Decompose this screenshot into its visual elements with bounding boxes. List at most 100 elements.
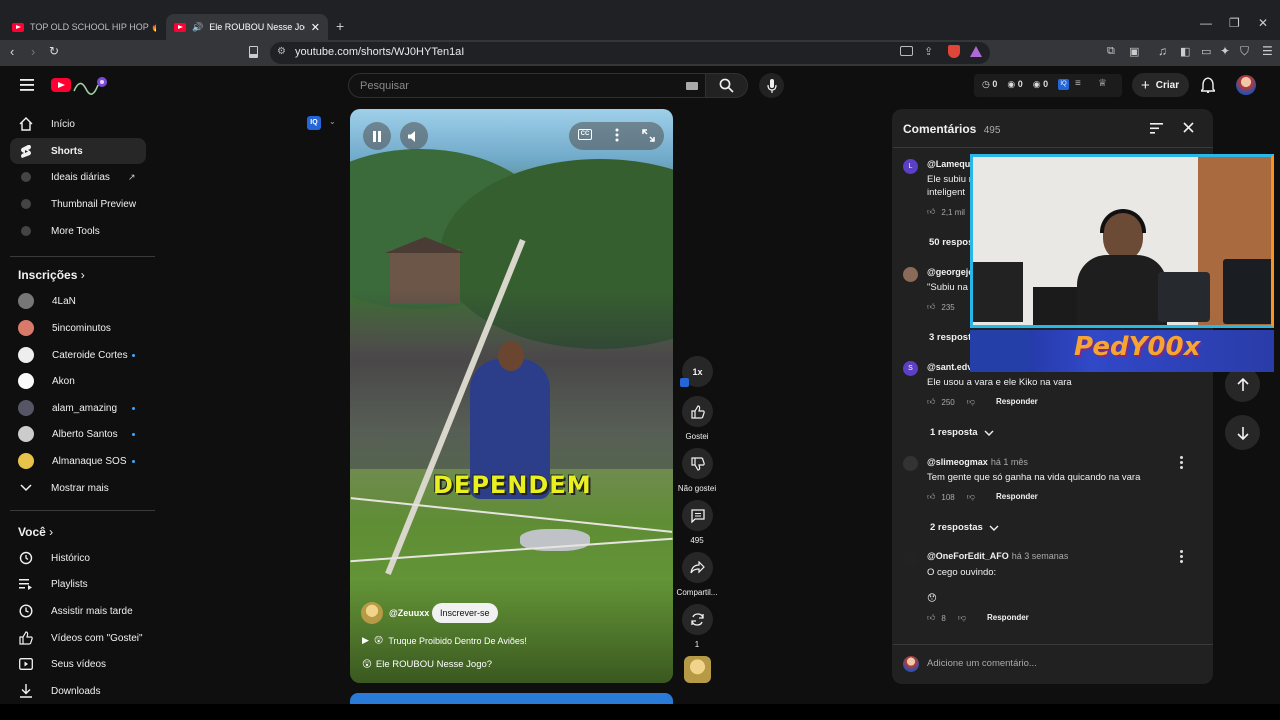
sidebar-sub-akon[interactable]: Akon (10, 368, 146, 394)
account-avatar[interactable] (1236, 75, 1256, 95)
vpn-icon[interactable]: ⛉ (1240, 44, 1249, 59)
thumbs-up-icon[interactable]: 👍︎ (927, 302, 935, 312)
comment-menu-icon[interactable] (1180, 456, 1183, 471)
thumbs-down-icon[interactable]: 👎︎ (958, 613, 966, 623)
bookmark-icon[interactable] (249, 46, 258, 58)
you-heading[interactable]: Você › (18, 525, 53, 539)
brave-shield-icon[interactable] (948, 45, 960, 58)
reply-button[interactable]: Responder (996, 397, 1038, 406)
close-comments-icon[interactable] (1183, 122, 1194, 133)
new-tab-icon[interactable]: + (336, 18, 344, 34)
related-video-link[interactable]: ▶ 😲 Truque Proibido Dentro De Aviões! (362, 635, 527, 646)
comment-avatar[interactable]: L (903, 159, 918, 174)
sidebar-show-more[interactable]: Mostrar mais (10, 475, 146, 501)
search-input[interactable]: Pesquisar (360, 80, 409, 92)
sidebar-item-watch-later[interactable]: Assistir mais tarde (10, 598, 146, 624)
thumbs-up-icon[interactable]: 👍︎ (927, 613, 935, 623)
chevron-down-icon[interactable]: ⌄ (329, 117, 336, 126)
sidebar-sub-alberto-santos[interactable]: Alberto Santos (10, 421, 146, 447)
search-button[interactable] (706, 73, 748, 98)
fullscreen-icon[interactable] (642, 129, 655, 142)
sidebar-item-more-tools[interactable]: More Tools (10, 218, 146, 244)
subscribe-button[interactable]: Inscrever-se (432, 603, 498, 623)
comment-avatar[interactable] (903, 456, 918, 471)
cast-icon[interactable] (900, 46, 913, 56)
sidebar-item-your-videos[interactable]: Seus vídeos (10, 651, 146, 677)
comment-avatar[interactable] (903, 267, 918, 282)
vidiq-badge-icon[interactable]: IQ (307, 116, 321, 130)
back-icon[interactable]: ‹ (10, 44, 14, 59)
sort-icon[interactable] (1150, 123, 1163, 134)
dislike-button[interactable] (682, 448, 713, 479)
sidebar-item-thumbnail-preview[interactable]: Thumbnail Preview (10, 191, 146, 217)
comments-button[interactable] (682, 500, 713, 531)
thumbs-down-icon[interactable]: 👎︎ (967, 492, 975, 502)
list-icon[interactable]: ≡ (1075, 78, 1081, 89)
reply-button[interactable]: Responder (996, 492, 1038, 501)
sidebar-sub-cateroide-cortes[interactable]: Cateroide Cortes (10, 342, 146, 368)
forward-icon[interactable]: › (31, 44, 35, 59)
site-info-icon[interactable]: ⚙ (277, 46, 286, 57)
comment-author[interactable]: @georgejo (927, 267, 974, 277)
minimize-icon[interactable]: — (1200, 16, 1212, 30)
reload-icon[interactable]: ↻ (49, 44, 59, 58)
sidebar-item-shorts[interactable]: Shorts (10, 138, 146, 164)
remix-button[interactable] (682, 604, 713, 635)
comment-author[interactable]: @slimeogmax há 1 mês (927, 457, 1028, 467)
thumbs-up-icon[interactable]: 👍︎ (927, 397, 935, 407)
next-short-button[interactable] (1225, 415, 1260, 450)
sidebar-sub-4lan[interactable]: 4LaN (10, 288, 146, 314)
media-icon[interactable]: ♫ (1158, 44, 1167, 58)
sidebar-item-liked-videos[interactable]: Vídeos com "Gostei" (10, 625, 146, 651)
add-comment-input[interactable]: Adicione um comentário... (927, 658, 1037, 669)
rewards-icon[interactable] (970, 46, 982, 57)
sidebar-sub-5incominutos[interactable]: 5incominutos (10, 315, 146, 341)
thumbs-up-icon[interactable]: 👍︎ (927, 207, 935, 217)
comment-author[interactable]: @OneForEdit_AFO há 3 semanas (927, 551, 1068, 561)
browser-tab-music[interactable]: TOP OLD SCHOOL HIP HOP 🔥 50 Ce (4, 14, 164, 40)
panel-icon[interactable]: ◧ (1180, 45, 1190, 58)
vidiq-icon[interactable]: IQ (1058, 79, 1069, 90)
replies-toggle[interactable]: 3 respost (929, 332, 971, 343)
comment-avatar[interactable] (903, 551, 918, 566)
comment-author[interactable]: @Lameque (927, 159, 975, 169)
sidebar-item-playlists[interactable]: Playlists (10, 571, 146, 597)
subscriptions-heading[interactable]: Inscrições › (18, 268, 85, 282)
sidebar-item-ideais-diarias[interactable]: Ideais diárias ↗ (10, 164, 146, 190)
trophy-icon[interactable]: ♕ (1098, 78, 1107, 89)
notifications-bell-icon[interactable] (1201, 77, 1215, 93)
sidebar-item-historico[interactable]: Histórico (10, 545, 146, 571)
restore-icon[interactable]: ❐ (1229, 16, 1240, 30)
close-tab-icon[interactable]: ✕ (311, 21, 320, 34)
like-button[interactable] (682, 396, 713, 427)
doodle-logo-icon[interactable] (72, 75, 110, 95)
leo-ai-icon[interactable]: ✦ (1220, 44, 1230, 58)
comment-menu-icon[interactable] (1180, 550, 1183, 565)
shorts-video-player[interactable] (350, 109, 673, 683)
replies-toggle[interactable]: 2 respostas (930, 522, 999, 533)
share-button[interactable] (682, 552, 713, 583)
url-text[interactable]: youtube.com/shorts/WJ0HYTen1aI (295, 46, 464, 58)
close-window-icon[interactable]: ✕ (1258, 16, 1268, 30)
search-box[interactable]: Pesquisar (348, 73, 706, 98)
comment-avatar[interactable]: S (903, 361, 918, 376)
channel-avatar[interactable] (361, 602, 383, 624)
wallet-icon[interactable]: ▭ (1201, 45, 1211, 58)
thumbs-up-icon[interactable]: 👍︎ (927, 492, 935, 502)
sidebar-sub-almanaque-sos[interactable]: Almanaque SOS (10, 448, 146, 474)
menu-icon[interactable]: ☰ (1262, 44, 1273, 58)
captions-icon[interactable]: CC (578, 129, 592, 140)
sound-source-thumbnail[interactable] (684, 656, 711, 683)
keyboard-icon[interactable] (686, 82, 698, 90)
thumbs-down-icon[interactable]: 👎︎ (967, 397, 975, 407)
replies-toggle[interactable]: 1 resposta (930, 427, 994, 438)
previous-short-button[interactable] (1225, 367, 1260, 402)
channel-name[interactable]: @Zeuuxx (389, 608, 429, 618)
browser-tab-shorts[interactable]: 🔊 Ele ROUBOU Nesse Jogo? ✕ (166, 14, 328, 40)
voice-search-button[interactable] (759, 73, 784, 98)
create-button[interactable]: + Criar (1132, 73, 1189, 97)
sidebar-toggle-icon[interactable]: ▣ (1129, 45, 1139, 58)
more-options-icon[interactable] (615, 128, 619, 142)
next-short-preview[interactable] (350, 693, 673, 704)
sidebar-sub-alam-amazing[interactable]: alam_amazing (10, 395, 146, 421)
